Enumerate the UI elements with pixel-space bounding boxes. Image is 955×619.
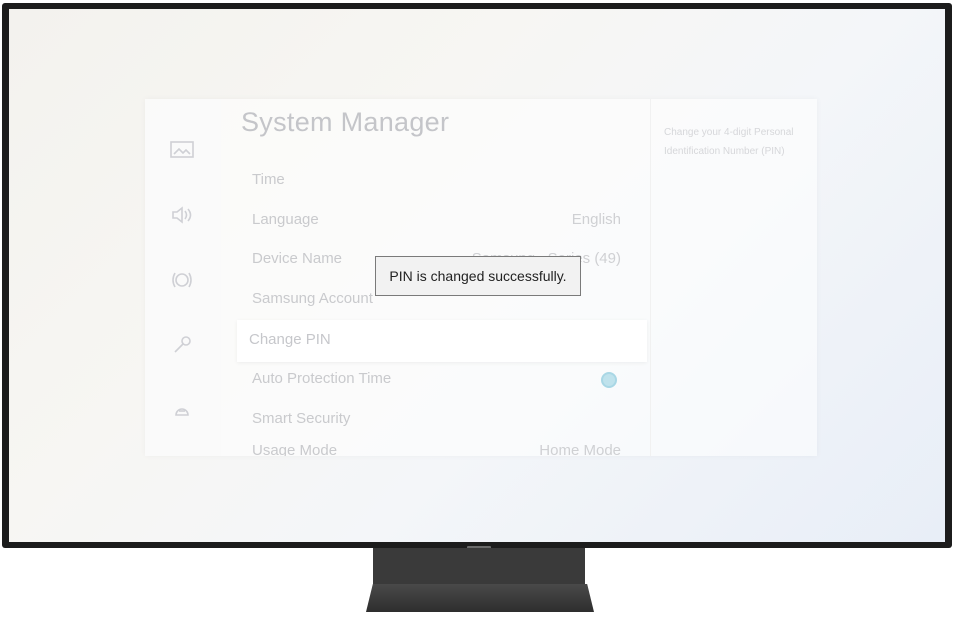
pin-changed-toast: PIN is changed successfully.: [375, 256, 581, 296]
menu-item-label: Usage Mode: [252, 442, 338, 456]
menu-item-label: Auto Protection Time: [252, 370, 392, 387]
menu-item-auto-protection-time[interactable]: Auto Protection Time: [235, 360, 641, 400]
menu-item-change-pin[interactable]: Change PIN: [237, 320, 647, 362]
toggle-switch[interactable]: [601, 372, 617, 388]
support-icon[interactable]: [167, 397, 197, 423]
category-rail: [145, 99, 221, 456]
panel-divider: [650, 99, 651, 456]
sound-icon[interactable]: [167, 202, 197, 228]
picture-icon[interactable]: [167, 137, 197, 163]
menu-item-label: Change PIN: [249, 331, 331, 348]
menu-item-smart-security[interactable]: Smart Security: [235, 400, 641, 440]
broadcasting-icon[interactable]: [167, 267, 197, 293]
menu-item-value: English: [571, 211, 621, 228]
tv-stand-neck: [373, 548, 585, 584]
menu-item-label: Time: [252, 171, 285, 188]
menu-item-label: Device Name: [252, 250, 343, 267]
help-text: Change your 4-digit Personal Identificat…: [664, 127, 794, 157]
page-title: System Manager: [241, 107, 450, 137]
tv-stand-base: [366, 584, 594, 612]
menu-item-value: Home Mode: [539, 442, 621, 456]
general-icon[interactable]: [167, 332, 197, 358]
menu-item-time[interactable]: Time: [235, 161, 641, 201]
menu-item-label: Smart Security: [252, 410, 351, 427]
menu-item-usage-mode[interactable]: Usage Mode Home Mode: [235, 440, 641, 456]
menu-item-label: Samsung Account: [252, 290, 373, 307]
menu-item-language[interactable]: Language English: [235, 201, 641, 241]
menu-item-label: Language: [252, 211, 319, 228]
